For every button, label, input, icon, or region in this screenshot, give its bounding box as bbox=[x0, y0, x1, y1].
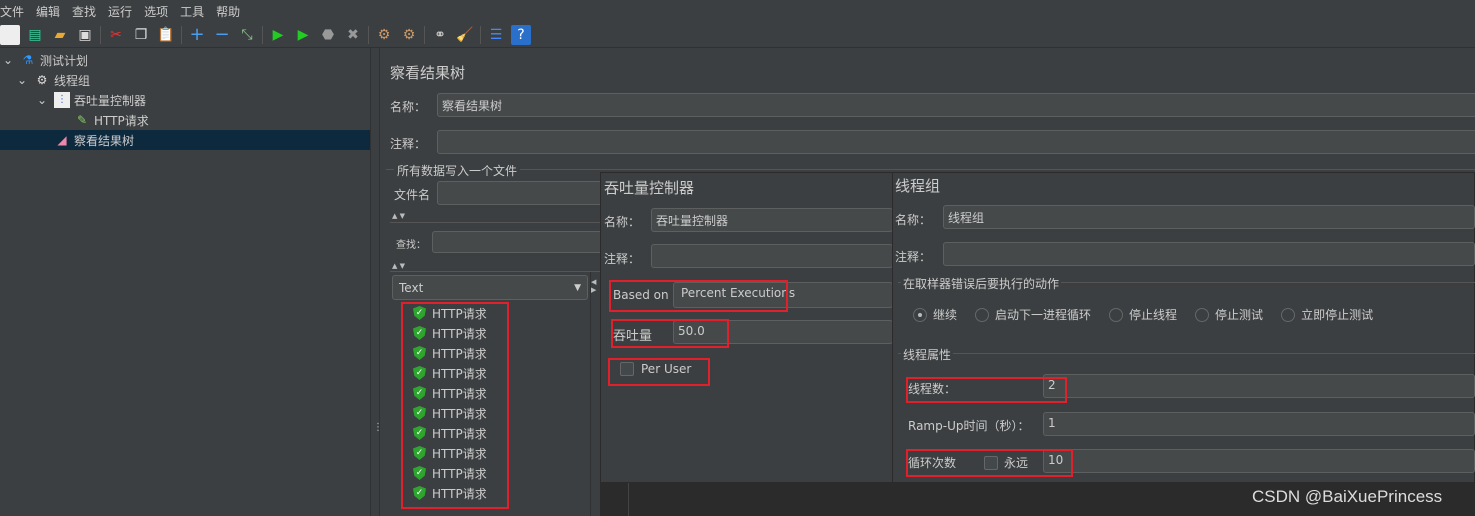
renderer-select[interactable]: Text ▼ bbox=[392, 275, 588, 300]
split-arrows[interactable]: ▲ ▼ bbox=[392, 212, 405, 220]
thread-group-comment-input[interactable] bbox=[943, 242, 1475, 266]
menu-run[interactable]: 运行 bbox=[108, 3, 132, 20]
error-action-radios: 继续 启动下一进程循环 停止线程 停止测试 立即停止测试 bbox=[913, 306, 1391, 323]
thread-props-group-label: 线程属性 bbox=[901, 346, 954, 363]
error-action-group-label: 在取样器错误后要执行的动作 bbox=[901, 275, 1062, 292]
radio-continue[interactable]: 继续 bbox=[913, 306, 957, 323]
expand-icon[interactable]: + bbox=[187, 24, 207, 45]
stop-icon[interactable]: ⬣ bbox=[318, 25, 338, 45]
throughput-name-input[interactable]: 吞吐量控制器 bbox=[651, 208, 893, 232]
clear-all-icon[interactable]: ⚙ bbox=[399, 25, 419, 45]
menu-tools[interactable]: 工具 bbox=[180, 3, 204, 20]
radio-stop-test-now[interactable]: 立即停止测试 bbox=[1281, 306, 1373, 323]
menu-options[interactable]: 选项 bbox=[144, 3, 168, 20]
throughput-comment-input[interactable] bbox=[651, 244, 893, 268]
collapse-icon[interactable]: − bbox=[212, 24, 232, 45]
filename-label: 文件名 bbox=[394, 188, 431, 202]
rampup-input[interactable]: 1 bbox=[1043, 412, 1475, 436]
open-icon[interactable]: ▰ bbox=[50, 25, 70, 45]
radio-stop-test[interactable]: 停止测试 bbox=[1195, 306, 1263, 323]
comment-label: 注释： bbox=[390, 137, 427, 151]
watermark: CSDN @BaiXuePrincess bbox=[1252, 487, 1443, 506]
radio-stop-thread[interactable]: 停止线程 bbox=[1109, 306, 1177, 323]
save-icon[interactable]: ▣ bbox=[75, 25, 95, 45]
start-no-pause-icon[interactable]: ▶ bbox=[293, 25, 313, 45]
listener-icon: ◢ bbox=[57, 133, 67, 147]
split-handle[interactable]: ⋮ bbox=[370, 48, 383, 516]
reset-search-icon[interactable]: 🧹 bbox=[455, 25, 475, 45]
cut-icon[interactable]: ✂ bbox=[106, 25, 126, 45]
menu-search[interactable]: 查找 bbox=[72, 3, 96, 20]
copy-icon[interactable]: ❐ bbox=[131, 25, 151, 45]
split-arrows[interactable]: ▲ ▼ bbox=[392, 262, 405, 270]
new-icon[interactable] bbox=[0, 24, 20, 45]
help-icon[interactable]: ? bbox=[511, 24, 531, 45]
tree-item-thread-group[interactable]: ⌄ ⚙ 线程组 bbox=[0, 70, 370, 90]
name-label: 名称： bbox=[895, 213, 932, 227]
rampup-label: Ramp-Up时间（秒）： bbox=[908, 419, 1030, 433]
menu-help[interactable]: 帮助 bbox=[216, 3, 240, 20]
highlight-box bbox=[608, 358, 710, 386]
comment-input[interactable] bbox=[437, 130, 1475, 154]
thread-group-title: 线程组 bbox=[895, 177, 941, 195]
chevron-down-icon[interactable]: ⌄ bbox=[14, 72, 30, 88]
clear-icon[interactable]: ⚙ bbox=[374, 25, 394, 45]
split-handle[interactable]: ◀ ▶ bbox=[590, 272, 600, 516]
highlight-box bbox=[611, 319, 729, 348]
templates-icon[interactable]: ▤ bbox=[25, 25, 45, 45]
loop-count-input[interactable]: 10 bbox=[1043, 449, 1475, 473]
thread-group-name-input[interactable]: 线程组 bbox=[943, 205, 1475, 229]
page-title: 察看结果树 bbox=[390, 64, 466, 82]
file-group-label: 所有数据写入一个文件 bbox=[394, 162, 521, 179]
controller-icon: ⋮ bbox=[54, 92, 70, 108]
search-label: 查找： bbox=[396, 240, 426, 251]
comment-label: 注释： bbox=[895, 250, 932, 264]
chevron-down-icon: ▼ bbox=[574, 282, 581, 293]
tree-item-http-request[interactable]: ✎ HTTP请求 bbox=[0, 110, 370, 130]
radio-start-next-loop[interactable]: 启动下一进程循环 bbox=[975, 306, 1091, 323]
flask-icon: ⚗ bbox=[22, 53, 34, 67]
comment-label: 注释： bbox=[604, 252, 641, 266]
throughput-title: 吞吐量控制器 bbox=[604, 179, 695, 197]
name-label: 名称： bbox=[604, 215, 641, 229]
tree-item-throughput-controller[interactable]: ⌄ ⋮ 吞吐量控制器 bbox=[0, 90, 370, 110]
toggle-icon[interactable]: ⤡ bbox=[237, 25, 257, 45]
chevron-down-icon[interactable]: ⌄ bbox=[0, 52, 16, 68]
function-helper-icon[interactable]: ☰ bbox=[486, 25, 506, 45]
threads-input[interactable]: 2 bbox=[1043, 374, 1475, 398]
start-icon[interactable]: ▶ bbox=[268, 25, 288, 45]
chevron-down-icon[interactable]: ⌄ bbox=[34, 92, 50, 108]
paste-icon[interactable]: 📋 bbox=[156, 25, 176, 45]
search-icon[interactable]: ⚭ bbox=[430, 25, 450, 45]
highlight-box bbox=[609, 280, 788, 312]
toolbar: ▤ ▰ ▣ ✂ ❐ 📋 + − ⤡ ▶ ▶ ⬣ ✖ ⚙ ⚙ ⚭ 🧹 ☰ ? bbox=[0, 22, 1475, 48]
tree-item-test-plan[interactable]: ⌄ ⚗ 测试计划 bbox=[0, 50, 370, 70]
name-label: 名称： bbox=[390, 100, 427, 114]
tree-item-view-results-tree[interactable]: ◢ 察看结果树 bbox=[0, 130, 370, 150]
highlight-box bbox=[906, 449, 1073, 477]
shutdown-icon[interactable]: ✖ bbox=[343, 25, 363, 45]
menu-file[interactable]: 文件 bbox=[0, 3, 24, 20]
menu-edit[interactable]: 编辑 bbox=[36, 3, 60, 20]
name-input[interactable]: 察看结果树 bbox=[437, 93, 1475, 117]
highlight-box bbox=[401, 302, 509, 509]
menu-bar: 文件 编辑 查找 运行 选项 工具 帮助 bbox=[0, 0, 1475, 22]
gear-icon: ⚙ bbox=[36, 73, 48, 87]
pipette-icon: ✎ bbox=[76, 113, 88, 127]
highlight-box bbox=[906, 377, 1067, 403]
